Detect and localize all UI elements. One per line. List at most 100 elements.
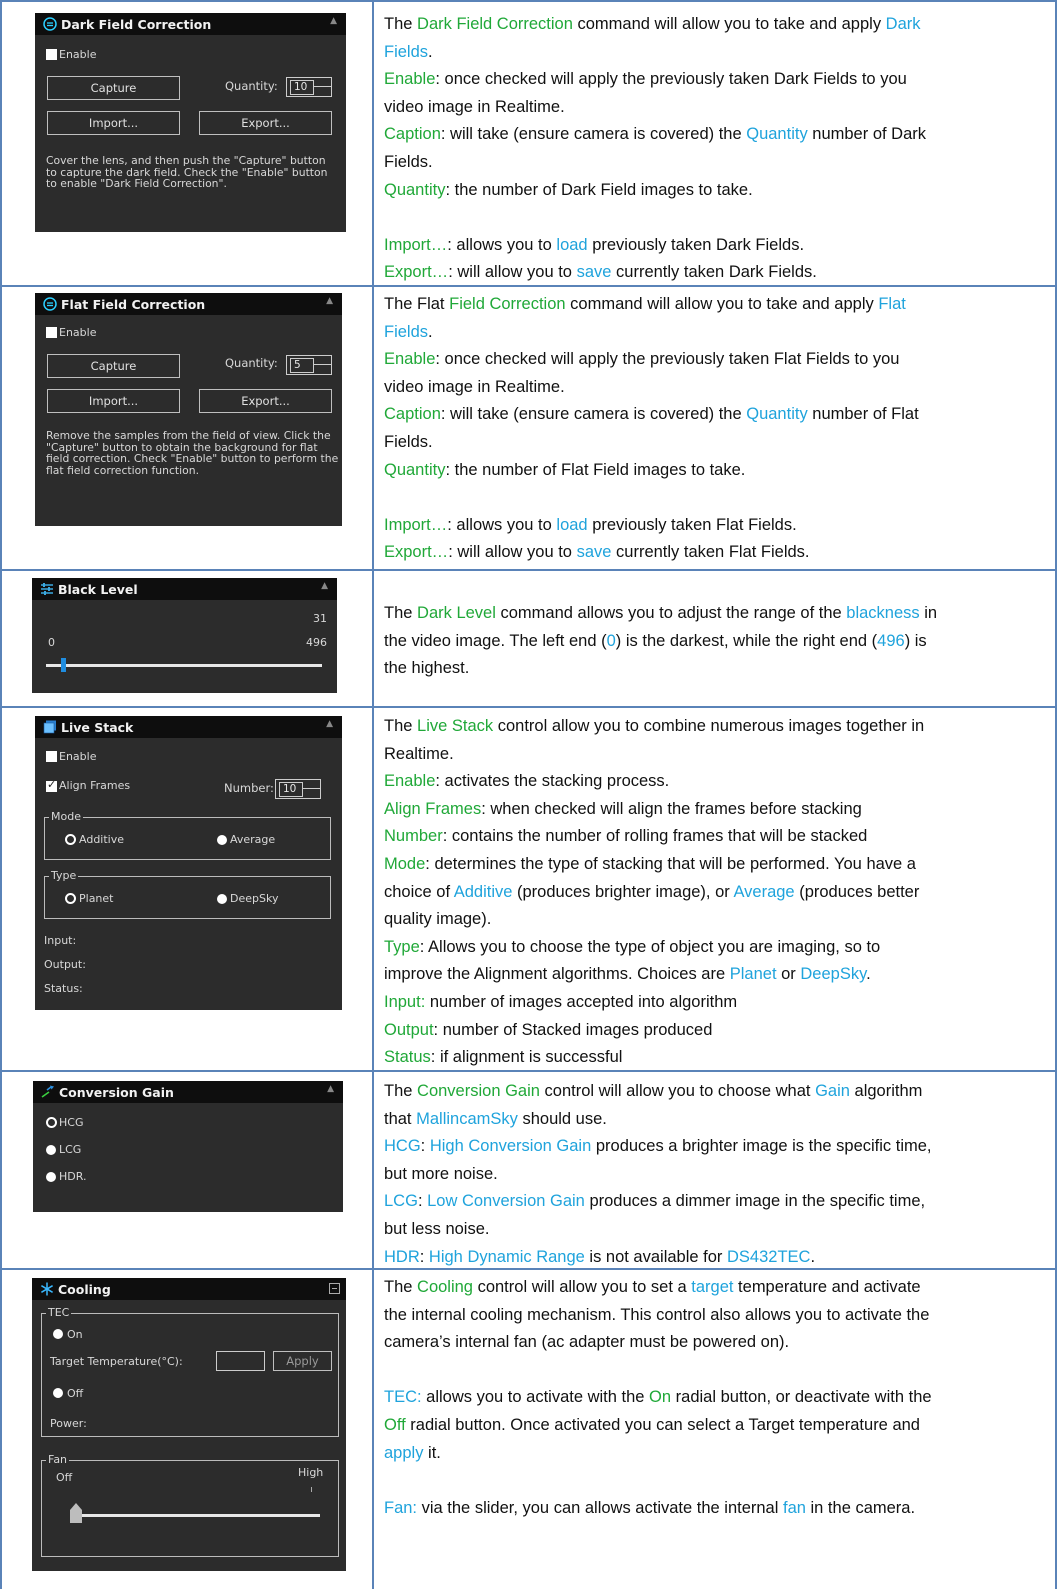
fan-off-label: Off <box>56 1471 73 1484</box>
stepper-up-arrow[interactable] <box>314 356 331 365</box>
hcg-radio[interactable] <box>46 1117 57 1128</box>
minimize-icon[interactable] <box>329 1283 340 1294</box>
panel-title: Flat Field Correction <box>61 297 206 312</box>
description-line: camera’s internal fan (ac adapter must b… <box>384 1329 1044 1357</box>
planet-radio[interactable] <box>65 893 76 904</box>
number-stepper[interactable]: 10 <box>275 779 321 799</box>
highlight-term: Quantity <box>746 125 808 144</box>
import-button[interactable]: Import... <box>47 111 180 135</box>
text-segment: Realtime. <box>384 744 454 763</box>
text-segment: via the slider, you can allows activate … <box>417 1498 783 1517</box>
panel-title: Conversion Gain <box>59 1085 174 1100</box>
panel-header[interactable]: Dark Field Correction ▲ <box>35 13 346 35</box>
additive-radio[interactable] <box>65 834 76 845</box>
fan-track[interactable] <box>70 1514 320 1517</box>
tec-off-radio[interactable] <box>53 1388 63 1398</box>
text-segment: number of Dark <box>807 125 926 144</box>
description-line: improve the Alignment algorithms. Choice… <box>384 961 1044 989</box>
lcg-radio[interactable] <box>46 1145 56 1155</box>
highlight-term: On <box>649 1388 672 1407</box>
apply-button[interactable]: Apply <box>273 1351 332 1371</box>
stepper-up-arrow[interactable] <box>314 78 331 87</box>
highlight-term: HDR <box>384 1247 420 1266</box>
quantity-stepper[interactable]: 10 <box>286 77 332 97</box>
description-line: HDR: High Dynamic Range is not available… <box>384 1244 1044 1272</box>
text-segment: . <box>428 322 433 341</box>
description-line: The Cooling control will allow you to se… <box>384 1274 1044 1302</box>
quantity-stepper[interactable]: 5 <box>286 355 332 375</box>
description-line <box>384 204 1044 232</box>
panel-header[interactable]: Cooling <box>32 1278 346 1300</box>
text-segment: The Flat <box>384 295 450 313</box>
quantity-value[interactable]: 5 <box>290 358 314 373</box>
import-button[interactable]: Import... <box>47 389 180 413</box>
text-segment: number of Flat <box>807 405 919 424</box>
capture-button[interactable]: Capture <box>47 354 180 378</box>
fan-thumb[interactable] <box>70 1503 82 1523</box>
deepsky-radio[interactable] <box>217 894 227 904</box>
enable-checkbox[interactable] <box>46 751 57 762</box>
description-line: Off radial button. Once activated you ca… <box>384 1412 1044 1440</box>
highlight-term: Export… <box>384 263 449 282</box>
text-segment: command allows you to adjust the range o… <box>495 604 847 622</box>
number-value[interactable]: 10 <box>279 782 303 797</box>
highlight-term: 496 <box>877 631 905 650</box>
cooling-panel: Cooling TEC On Target Temperature(°C): A… <box>32 1278 346 1571</box>
collapse-caret-icon[interactable]: ▲ <box>327 1084 334 1094</box>
quantity-value[interactable]: 10 <box>290 80 314 95</box>
highlight-term: Additive <box>453 882 513 901</box>
highlight-term: Caption <box>384 125 441 144</box>
collapse-caret-icon[interactable]: ▲ <box>321 581 328 591</box>
description-line: but more noise. <box>384 1161 1044 1189</box>
highlight-term: Import… <box>384 515 448 534</box>
black-level-thumb[interactable] <box>61 658 67 672</box>
type-label: Type <box>49 869 79 882</box>
panel-header[interactable]: Live Stack ▲ <box>35 716 342 738</box>
highlight-term: load <box>556 235 588 254</box>
collapse-caret-icon[interactable]: ▲ <box>326 296 333 306</box>
highlight-term: DeepSky <box>800 965 867 984</box>
conversion-gain-description: The Conversion Gain control will allow y… <box>384 1078 1044 1271</box>
description-line: video image in Realtime. <box>384 374 1044 402</box>
current-value: 31 <box>313 612 327 625</box>
tec-on-radio[interactable] <box>53 1329 63 1339</box>
text-segment: The <box>384 604 418 622</box>
black-level-track[interactable] <box>46 664 322 667</box>
highlight-term: Cooling <box>417 1278 473 1296</box>
text-segment: choice of <box>384 882 454 901</box>
average-label: Average <box>230 833 276 846</box>
text-segment: quality image). <box>384 910 492 929</box>
enable-checkbox[interactable] <box>46 327 57 338</box>
fan-high-label: High <box>298 1466 324 1479</box>
export-button[interactable]: Export... <box>199 389 332 413</box>
description-line: Fields. <box>384 319 1044 347</box>
text-segment: control allow you to combine numerous im… <box>493 717 925 735</box>
enable-label: Enable <box>59 48 97 61</box>
text-segment: that <box>384 1109 417 1128</box>
collapse-caret-icon[interactable]: ▲ <box>326 719 333 729</box>
panel-header[interactable]: Black Level ▲ <box>32 578 337 600</box>
highlight-term: save <box>576 543 612 562</box>
description-line: Enable: once checked will apply the prev… <box>384 66 1044 94</box>
enable-checkbox[interactable] <box>46 49 57 60</box>
hdr-radio[interactable] <box>46 1172 56 1182</box>
export-button[interactable]: Export... <box>199 111 332 135</box>
text-segment: ) is <box>904 631 927 650</box>
panel-header[interactable]: Flat Field Correction ▲ <box>35 293 342 315</box>
average-radio[interactable] <box>217 835 227 845</box>
text-segment: : if alignment is successful <box>430 1048 623 1067</box>
capture-button[interactable]: Capture <box>47 76 180 100</box>
highlight-term: Align Frames <box>384 799 482 818</box>
collapse-caret-icon[interactable]: ▲ <box>330 16 337 26</box>
target-temperature-input[interactable] <box>216 1351 265 1371</box>
panel-header[interactable]: Conversion Gain ▲ <box>33 1081 343 1103</box>
highlight-term: Enable <box>384 350 436 369</box>
align-frames-checkbox[interactable]: ✓ <box>46 778 57 792</box>
mode-group: Mode Additive Average <box>44 810 331 860</box>
text-segment: ) is the darkest, while the right end ( <box>615 631 878 650</box>
planet-label: Planet <box>79 892 114 905</box>
highlight-term: Dark Field Correction <box>417 15 573 33</box>
text-segment: radial button. Once activated you can se… <box>405 1415 920 1434</box>
highlight-term: DS432TEC <box>727 1247 811 1266</box>
stepper-up-arrow[interactable] <box>303 780 320 789</box>
